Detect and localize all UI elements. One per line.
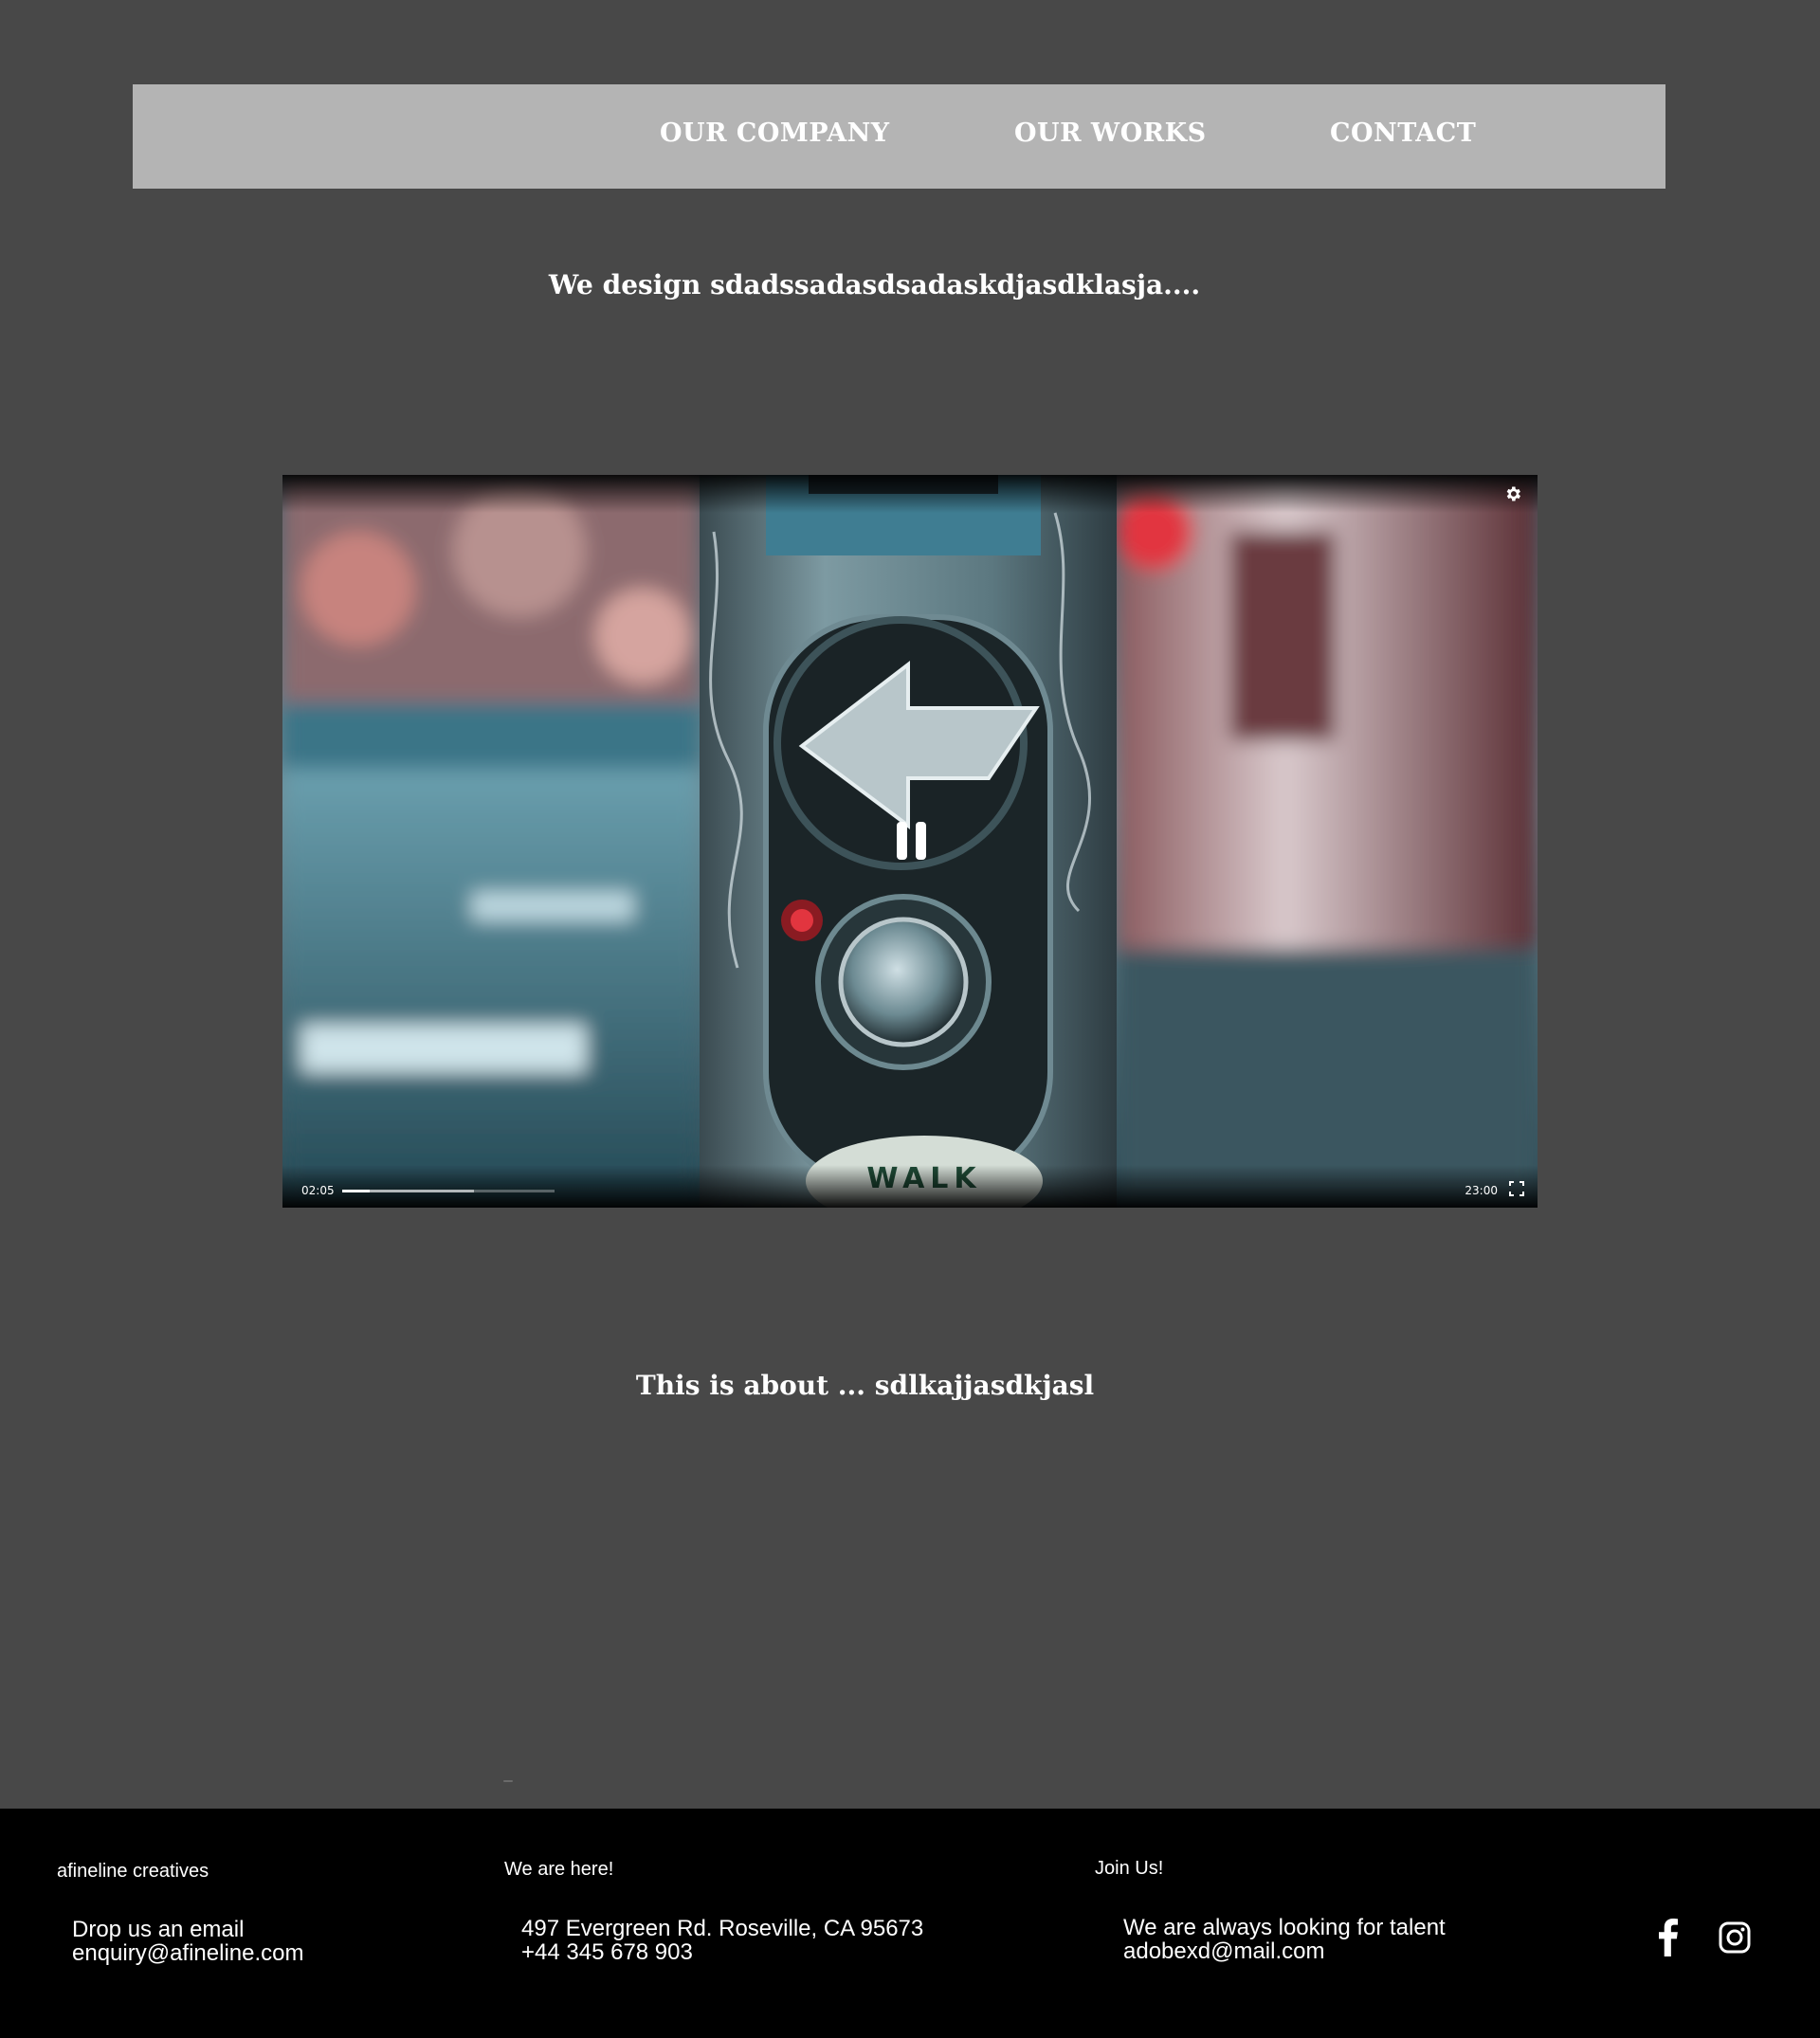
video-total-time: 23:00: [1465, 1184, 1498, 1197]
footer-email-label: Drop us an email: [72, 1917, 245, 1942]
footer-address: 497 Evergreen Rd. Roseville, CA 95673: [521, 1916, 924, 1941]
main-nav: OUR COMPANY OUR WORKS CONTACT: [133, 84, 1665, 189]
settings-gear-icon[interactable]: [1503, 484, 1522, 503]
site-footer: afineline creatives Drop us an email enq…: [0, 1809, 1820, 2038]
video-progress-bar[interactable]: [342, 1190, 555, 1192]
footer-join-text: We are always looking for talent: [1123, 1915, 1446, 1940]
footer-email-link[interactable]: enquiry@afineline.com: [72, 1942, 304, 1965]
about-heading: This is about ... sdlkajjasdkjasl: [635, 1370, 1095, 1401]
facebook-icon[interactable]: [1651, 1919, 1685, 1956]
pause-button[interactable]: [895, 822, 929, 860]
stray-divider: [503, 1780, 513, 1782]
footer-join-heading: Join Us!: [1095, 1858, 1164, 1879]
instagram-icon[interactable]: [1718, 1919, 1752, 1956]
fullscreen-icon[interactable]: [1509, 1181, 1524, 1196]
footer-join-email-link[interactable]: adobexd@mail.com: [1123, 1940, 1324, 1963]
video-played-bar: [342, 1190, 371, 1192]
video-current-time: 02:05: [301, 1184, 335, 1197]
pause-icon-left-bar: [897, 822, 907, 860]
footer-brand-heading: afineline creatives: [57, 1861, 209, 1882]
nav-our-company[interactable]: OUR COMPANY: [660, 84, 890, 189]
hero-tagline: We design sdadssadasdsadaskdjasdklasja..…: [548, 269, 1201, 300]
footer-location-heading: We are here!: [504, 1859, 614, 1880]
nav-our-works[interactable]: OUR WORKS: [1014, 84, 1207, 189]
pause-icon-right-bar: [916, 822, 926, 860]
video-player[interactable]: WALK 02:05 23:00: [282, 475, 1538, 1208]
footer-phone[interactable]: +44 345 678 903: [521, 1941, 693, 1964]
video-top-shade: [282, 475, 1538, 513]
video-controls-bar: [282, 1165, 1538, 1208]
nav-contact[interactable]: CONTACT: [1330, 84, 1476, 189]
